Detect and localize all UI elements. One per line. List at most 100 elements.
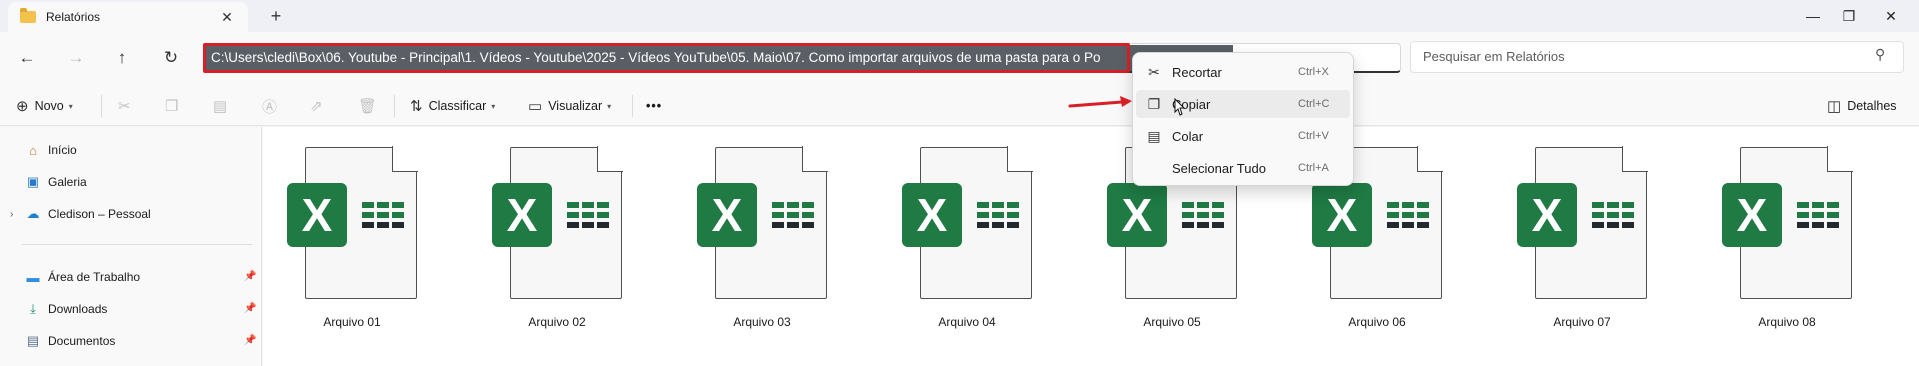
more-options-button[interactable]: •••: [646, 94, 662, 118]
new-button[interactable]: ⊕ Novo ▾: [16, 94, 73, 118]
menu-item-recortar[interactable]: ✂ Recortar Ctrl+X: [1136, 58, 1350, 86]
view-icon: ▭: [528, 98, 543, 115]
sidebar-item-galeria[interactable]: ▣ Galeria: [10, 170, 87, 194]
menu-item-label: Copiar: [1172, 96, 1211, 112]
share-button[interactable]: ⇗: [310, 94, 329, 118]
copy-button[interactable]: ❐: [165, 94, 184, 118]
divider: [101, 95, 102, 117]
copy-icon: ❐: [165, 98, 179, 115]
sidebar-item-label: Documentos: [48, 334, 116, 348]
file-name: Arquivo 07: [1553, 315, 1611, 329]
delete-button[interactable]: 🗑: [358, 94, 383, 118]
spreadsheet-grid-icon: [977, 202, 1021, 230]
excel-icon: X: [492, 183, 552, 247]
tab-relatorios[interactable]: Relatórios ✕: [8, 2, 248, 32]
divider: [632, 95, 633, 117]
menu-item-shortcut: Ctrl+V: [1298, 130, 1329, 142]
menu-item-selecionar-tudo[interactable]: Selecionar Tudo Ctrl+A: [1136, 154, 1350, 182]
view-button[interactable]: ▭ Visualizar ▾: [528, 94, 611, 118]
share-icon: ⇗: [310, 98, 323, 115]
pin-icon[interactable]: 📌: [244, 335, 256, 346]
excel-icon: X: [1517, 183, 1577, 247]
details-pane-icon: ◫: [1827, 98, 1842, 115]
sort-icon: ⇅: [410, 98, 423, 115]
sort-button[interactable]: ⇅ Classificar ▾: [410, 94, 495, 118]
menu-item-label: Colar: [1172, 128, 1204, 144]
sidebar-item-downloads[interactable]: ⤓ Downloads: [10, 297, 107, 321]
up-button[interactable]: ↑: [108, 44, 136, 72]
copy-icon: ❐: [1147, 95, 1161, 112]
mouse-cursor-icon: [1174, 98, 1186, 116]
file-item[interactable]: X Arquivo 02: [482, 145, 632, 335]
maximize-button[interactable]: ❐: [1826, 0, 1872, 32]
file-name: Arquivo 06: [1348, 315, 1406, 329]
desktop-icon: ▬: [26, 269, 40, 285]
menu-item-label: Selecionar Tudo: [1172, 160, 1266, 176]
sidebar-item-label: Início: [48, 143, 77, 157]
file-name: Arquivo 01: [323, 315, 381, 329]
scissors-icon: ✂: [1148, 63, 1160, 80]
new-label: Novo: [34, 99, 64, 113]
download-icon: ⤓: [30, 301, 36, 316]
rename-button[interactable]: Ⓐ: [262, 94, 283, 118]
paste-button[interactable]: ▤: [213, 94, 233, 118]
pin-icon[interactable]: 📌: [244, 303, 256, 314]
file-item[interactable]: X Arquivo 01: [277, 145, 427, 335]
spreadsheet-grid-icon: [362, 202, 406, 230]
menu-item-copiar[interactable]: ❐ Copiar Ctrl+C: [1136, 90, 1350, 118]
scissors-icon: ✂: [118, 98, 131, 115]
file-item[interactable]: X Arquivo 03: [687, 145, 837, 335]
file-name: Arquivo 04: [938, 315, 996, 329]
menu-item-label: Recortar: [1172, 64, 1222, 80]
tab-title: Relatórios: [46, 10, 101, 24]
sidebar-item-documentos[interactable]: ▤ Documentos: [10, 329, 116, 353]
trash-icon: 🗑: [358, 98, 378, 115]
menu-item-shortcut: Ctrl+X: [1298, 66, 1329, 78]
annotation-arrow-icon: [1068, 96, 1132, 108]
sidebar-item-label: Área de Trabalho: [48, 270, 141, 284]
back-button[interactable]: ←: [13, 44, 41, 72]
sidebar-item-label: Downloads: [48, 302, 108, 316]
sidebar-item-area-de-trabalho[interactable]: ▬ Área de Trabalho: [10, 265, 141, 289]
chevron-down-icon: ▾: [68, 101, 73, 111]
menu-item-colar[interactable]: ▤ Colar Ctrl+V: [1136, 122, 1350, 150]
cut-button[interactable]: ✂: [118, 94, 137, 118]
sidebar-divider: [22, 244, 252, 245]
spreadsheet-grid-icon: [1182, 202, 1226, 230]
clipboard-icon: ▤: [213, 98, 228, 115]
sidebar-item-cledison-pessoal[interactable]: › ☁ Cledison – Pessoal: [10, 202, 151, 226]
excel-icon: X: [902, 183, 962, 247]
excel-icon: X: [1107, 183, 1167, 247]
details-button[interactable]: ◫ Detalhes: [1827, 94, 1897, 118]
sidebar-item-inicio[interactable]: ⌂ Início: [10, 138, 77, 162]
close-window-button[interactable]: ✕: [1868, 0, 1914, 32]
refresh-button[interactable]: ↻: [157, 44, 185, 72]
menu-item-shortcut: Ctrl+A: [1298, 162, 1329, 174]
spreadsheet-grid-icon: [1592, 202, 1636, 230]
view-label: Visualizar: [548, 99, 603, 113]
details-label: Detalhes: [1847, 99, 1897, 113]
excel-icon: X: [697, 183, 757, 247]
spreadsheet-grid-icon: [1387, 202, 1431, 230]
chevron-right-icon[interactable]: ›: [10, 209, 24, 220]
search-placeholder: Pesquisar em Relatórios: [1423, 49, 1565, 64]
search-icon: ⚲: [1875, 46, 1886, 62]
pin-icon[interactable]: 📌: [244, 271, 256, 282]
file-item[interactable]: X Arquivo 04: [892, 145, 1042, 335]
file-item[interactable]: X Arquivo 08: [1712, 145, 1862, 335]
file-item[interactable]: X Arquivo 07: [1507, 145, 1657, 335]
forward-button[interactable]: →: [62, 44, 90, 72]
file-name: Arquivo 03: [733, 315, 791, 329]
spreadsheet-grid-icon: [567, 202, 611, 230]
sort-label: Classificar: [428, 99, 487, 113]
excel-icon: X: [1722, 183, 1782, 247]
home-icon: ⌂: [29, 142, 37, 158]
command-bar: [0, 84, 1919, 126]
tab-close-icon[interactable]: ✕: [218, 9, 236, 26]
new-tab-button[interactable]: +: [262, 4, 290, 28]
spreadsheet-grid-icon: [772, 202, 816, 230]
sidebar-item-label: Galeria: [48, 175, 87, 189]
file-name: Arquivo 08: [1758, 315, 1816, 329]
file-name: Arquivo 05: [1143, 315, 1201, 329]
gallery-icon: ▣: [26, 174, 40, 189]
